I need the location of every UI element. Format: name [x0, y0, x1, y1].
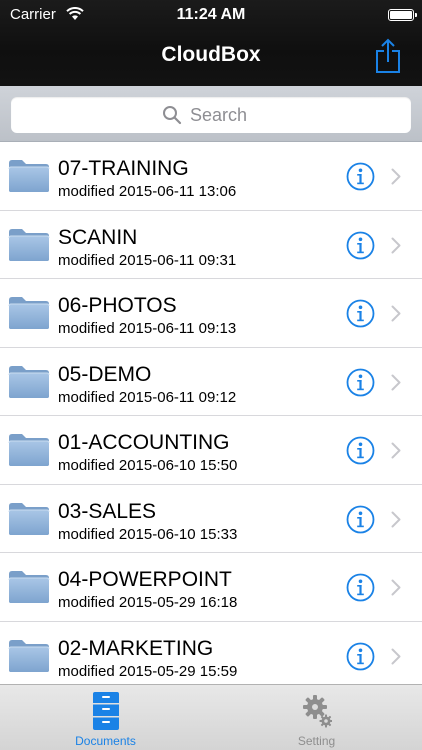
file-name: 05-DEMO [58, 362, 152, 386]
chevron-right-icon [391, 579, 401, 596]
page-title: CloudBox [161, 43, 261, 66]
list-item[interactable]: 03-SALES modified 2015-06-10 15:33 [0, 484, 422, 553]
list-item[interactable]: 06-PHOTOS modified 2015-06-11 09:13 [0, 279, 422, 348]
file-modified: modified 2015-05-29 16:18 [58, 594, 238, 611]
file-name: 01-ACCOUNTING [58, 431, 230, 454]
file-modified: modified 2015-06-10 15:33 [58, 525, 238, 543]
chevron-right-icon [391, 648, 401, 664]
folder-icon [8, 639, 50, 672]
file-modified: modified 2015-06-11 13:06 [58, 183, 237, 200]
file-name: 07-TRAINING [58, 157, 189, 180]
gear-icon [303, 695, 332, 728]
info-icon[interactable] [346, 299, 375, 328]
cabinet-icon [93, 692, 119, 730]
chevron-right-icon [391, 374, 401, 390]
list-item[interactable]: 02-MARKETING modified 2015-05-29 15:59 [0, 621, 422, 684]
folder-icon [8, 502, 50, 535]
folder-icon [8, 365, 50, 398]
chevron-right-icon [391, 305, 401, 322]
search-input[interactable] [190, 104, 260, 126]
info-icon[interactable] [346, 231, 375, 260]
info-icon[interactable] [346, 162, 375, 191]
list-item[interactable]: 07-TRAINING modified 2015-06-11 13:06 [0, 142, 422, 211]
chevron-right-icon [391, 168, 401, 185]
list-item[interactable]: 01-ACCOUNTING modified 2015-06-10 15:50 [0, 416, 422, 485]
status-bar: Carrier 11:24 AM [0, 0, 422, 32]
folder-icon [8, 228, 50, 261]
battery-icon [388, 9, 417, 21]
file-name: 02-MARKETING [58, 636, 214, 660]
top-bar: Carrier 11:24 AM CloudBox [0, 0, 422, 86]
list-item[interactable]: 04-POWERPOINT modified 2015-05-29 16:18 [0, 553, 422, 622]
info-icon[interactable] [346, 505, 375, 534]
list-item[interactable]: 05-DEMO modified 2015-06-11 09:12 [0, 347, 422, 416]
search-field[interactable] [11, 97, 411, 133]
chevron-right-icon [391, 511, 401, 527]
folder-icon [8, 433, 50, 467]
file-modified: modified 2015-06-11 09:13 [58, 320, 237, 337]
share-icon[interactable] [374, 38, 402, 74]
info-icon[interactable] [346, 368, 375, 397]
file-modified: modified 2015-05-29 15:59 [58, 662, 238, 680]
file-name: 04-POWERPOINT [58, 568, 232, 591]
tab-label: Setting [297, 734, 336, 748]
search-bar [0, 86, 422, 142]
file-modified: modified 2015-06-11 09:12 [58, 388, 237, 406]
file-modified: modified 2015-06-10 15:50 [58, 457, 238, 474]
chevron-right-icon [391, 237, 401, 253]
tab-documents[interactable]: Documents [0, 685, 211, 750]
folder-icon [8, 570, 50, 604]
info-icon[interactable] [346, 436, 375, 465]
folder-icon [8, 159, 50, 193]
status-time: 11:24 AM [176, 6, 246, 23]
file-name: 06-PHOTOS [58, 294, 177, 317]
chevron-right-icon [391, 442, 401, 459]
file-name: 03-SALES [58, 499, 157, 523]
list-item[interactable]: SCANIN modified 2015-06-11 09:31 [0, 210, 422, 279]
file-list: 07-TRAINING modified 2015-06-11 13:06 SC… [0, 142, 422, 684]
search-icon [163, 106, 182, 125]
info-icon[interactable] [346, 573, 375, 602]
file-name: SCANIN [58, 225, 138, 249]
tab-bar: Documents Setting [0, 684, 422, 750]
info-icon[interactable] [346, 642, 375, 671]
file-modified: modified 2015-06-11 09:31 [58, 251, 237, 269]
folder-icon [8, 296, 50, 330]
tab-setting[interactable]: Setting [211, 685, 422, 750]
tab-label: Documents [75, 734, 136, 748]
